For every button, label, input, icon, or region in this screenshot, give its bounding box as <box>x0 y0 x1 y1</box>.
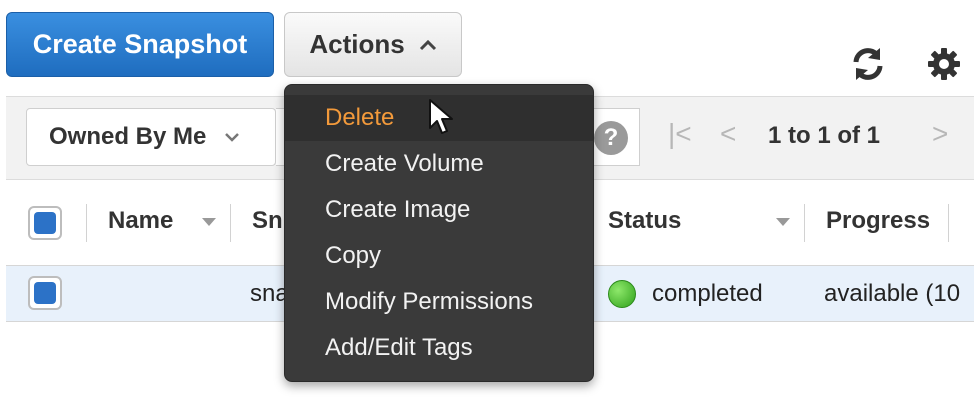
column-status[interactable]: Status <box>608 207 681 235</box>
owner-filter-value: Owned By Me <box>49 123 207 150</box>
gear-icon[interactable] <box>922 42 966 86</box>
snapshots-page: Create Snapshot Actions Owned By Me ? |<… <box>0 0 974 398</box>
select-all-checkbox[interactable] <box>28 206 62 240</box>
owner-filter-select[interactable]: Owned By Me <box>26 108 276 166</box>
actions-label: Actions <box>309 29 405 59</box>
sort-caret-icon[interactable] <box>776 218 790 226</box>
menu-item-create-volume[interactable]: Create Volume <box>285 141 593 187</box>
column-progress[interactable]: Progress <box>826 207 930 235</box>
cell-snapshot-id: sna <box>250 280 289 307</box>
first-page-icon[interactable]: |< <box>668 118 692 150</box>
sort-caret-icon[interactable] <box>202 218 216 226</box>
column-name[interactable]: Name <box>108 207 173 235</box>
refresh-icon[interactable] <box>846 42 890 86</box>
next-page-icon[interactable]: > <box>932 118 948 150</box>
column-snapshot-id[interactable]: Sn <box>252 207 283 235</box>
create-snapshot-button[interactable]: Create Snapshot <box>6 12 274 77</box>
menu-item-create-image[interactable]: Create Image <box>285 187 593 233</box>
cell-progress: available (10 <box>824 280 961 307</box>
mouse-cursor-icon <box>429 99 453 134</box>
menu-item-modify-permissions[interactable]: Modify Permissions <box>285 279 593 325</box>
menu-item-copy[interactable]: Copy <box>285 233 593 279</box>
row-checkbox[interactable] <box>28 276 62 310</box>
status-ok-icon <box>608 280 636 308</box>
chevron-down-icon <box>225 133 240 142</box>
prev-page-icon[interactable]: < <box>720 118 736 150</box>
help-icon[interactable]: ? <box>594 121 628 155</box>
chevron-up-icon <box>419 39 436 50</box>
cell-status: completed <box>652 280 763 307</box>
pagination-text: 1 to 1 of 1 <box>768 122 881 149</box>
menu-item-add-edit-tags[interactable]: Add/Edit Tags <box>285 325 593 371</box>
actions-button[interactable]: Actions <box>284 12 462 77</box>
